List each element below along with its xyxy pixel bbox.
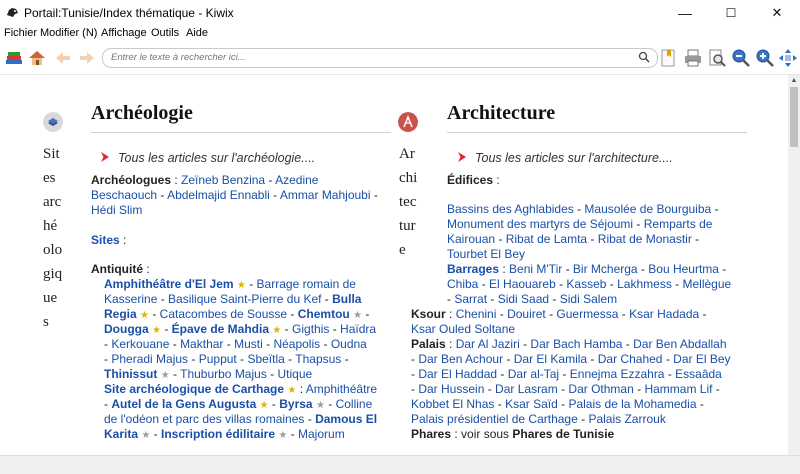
library-books-icon[interactable]: [4, 48, 24, 68]
phares-line: Phares : voir sous Phares de Tunisie: [411, 427, 615, 441]
palais-line-1: Palais : Dar Al Jaziri - Dar Bach Hamba …: [411, 337, 727, 351]
back-arrow-icon[interactable]: [53, 48, 73, 68]
red-chevron-icon: [458, 152, 466, 162]
vertical-scrollbar[interactable]: ▲: [788, 75, 800, 455]
archeologues-line-1: Archéologues : Zeïneb Benzina - Azedine: [91, 173, 319, 187]
link-zeineb-benzina[interactable]: Zeïneb Benzina: [181, 173, 265, 187]
antiquite-line-9: - Autel de la Gens Augusta ★ - Byrsa ★ -…: [104, 397, 373, 411]
home-icon[interactable]: [27, 48, 47, 68]
article-content: Archéologie Sit es arc hé olo giq ue s Tous les…: [0, 75, 788, 455]
antiquite-line-3: Regia ★ - Catacombes de Sousse - Chemtou…: [104, 307, 370, 321]
close-button[interactable]: ✕: [754, 0, 800, 26]
silver-star-icon: ★: [315, 400, 325, 411]
ksour-line-1: Ksour : Chenini - Douiret - Guermessa - …: [411, 307, 707, 321]
gold-star-icon: ★: [140, 310, 149, 321]
barrages-line-2: Chiba - El Haouareb - Kasseb - Lakhmess …: [447, 277, 732, 291]
gold-star-icon: ★: [236, 280, 246, 291]
silver-star-icon: ★: [278, 430, 288, 441]
edifices-line-4: Tourbet El Bey: [447, 247, 526, 261]
menu-bar: Fichier Modifier (N) Affichage Outils Ai…: [0, 26, 800, 44]
palais-line-3: - Dar El Haddad - Dar al-Taj - Ennejma E…: [411, 367, 722, 381]
antiquite-line-5: - Kerkouane - Makthar - Musti - Néapolis…: [104, 337, 367, 351]
search-box[interactable]: [102, 48, 658, 68]
link-azedine[interactable]: Azedine: [275, 173, 318, 187]
bookmark-icon[interactable]: [658, 48, 678, 68]
gold-star-icon: ★: [272, 325, 282, 336]
architecture-title-rule: [447, 132, 747, 133]
gold-star-icon: ★: [152, 325, 161, 336]
archeology-all-articles-link[interactable]: Tous les articles sur l'archéologie....: [100, 151, 315, 165]
minimize-button[interactable]: —: [662, 0, 708, 26]
antiquite-line-2: Kasserine - Basilique Saint-Pierre du Ke…: [104, 292, 362, 306]
forward-arrow-icon[interactable]: [77, 48, 97, 68]
palais-line-5: Kobbet El Nhas - Ksar Saïd - Palais de l…: [411, 397, 704, 411]
edifices-line-1: Bassins des Aghlabides - Mausolée de Bou…: [447, 202, 719, 216]
archeology-section-icon: [43, 112, 63, 132]
antiquite-line-4: Dougga ★ - Épave de Mahdia ★ - Gigthis -…: [104, 322, 377, 336]
zoom-out-icon[interactable]: [731, 48, 751, 68]
architecture-vertical: Ar chi tec tur e: [399, 146, 418, 258]
scroll-thumb[interactable]: [790, 87, 798, 147]
menu-outils[interactable]: Outils: [151, 27, 179, 39]
menu-modifier[interactable]: Modifier (N): [40, 27, 97, 39]
edifices-heading: Édifices :: [447, 173, 500, 187]
antiquite-line-7: Thinissut ★ - Thuburbo Majus - Utique: [104, 367, 313, 381]
barrages-line-1: Barrages : Beni M'Tir - Bir Mcherga - Bo…: [447, 262, 727, 276]
antiquite-heading: Antiquité :: [91, 262, 150, 276]
print-icon[interactable]: [683, 48, 703, 68]
architecture-section-icon: [398, 112, 418, 132]
fullscreen-icon[interactable]: [778, 48, 798, 68]
antiquite-line-10: de l'odéon et parc des villas romaines -…: [104, 412, 378, 426]
sites-heading: Sites :: [91, 233, 127, 247]
red-chevron-icon: [101, 152, 109, 162]
architecture-title: Architecture: [447, 102, 556, 124]
edifices-line-2: Monument des martyrs de Séjoumi - Rempar…: [447, 217, 713, 231]
antiquite-line-6: - Pheradi Majus - Pupput - Sbeïtla - Tha…: [104, 352, 349, 366]
gold-star-icon: ★: [287, 385, 297, 396]
palais-line-2: - Dar Ben Achour - Dar El Kamila - Dar C…: [411, 352, 731, 366]
find-in-page-icon[interactable]: [707, 48, 727, 68]
antiquite-line-11: Karita ★ - Inscription édilitaire ★ - Ma…: [104, 427, 345, 441]
archeology-title-rule: [91, 132, 391, 133]
title-bar: Portail:Tunisie/Index thématique - Kiwix…: [0, 0, 800, 26]
archeologues-line-3: Hédi Slim: [91, 203, 143, 217]
menu-affichage[interactable]: Affichage: [101, 27, 147, 39]
sites-archeologiques-vertical: Sit es arc hé olo giq ue s: [43, 146, 63, 330]
palais-line-6: Palais présidentiel de Carthage - Palais…: [411, 412, 666, 426]
antiquite-line-1: Amphithéâtre d'El Jem ★ - Barrage romain…: [104, 277, 356, 291]
search-icon[interactable]: [638, 51, 650, 63]
status-bar: [0, 455, 800, 474]
ksour-line-2: Ksar Ouled Soltane: [411, 322, 516, 336]
scroll-up-arrow-icon[interactable]: ▲: [788, 75, 800, 87]
palais-line-4: - Dar Hussein - Dar Lasram - Dar Othman …: [411, 382, 720, 396]
archeology-title: Archéologie: [91, 102, 193, 124]
architecture-all-articles-link[interactable]: Tous les articles sur l'architecture....: [457, 151, 673, 165]
barrages-line-3: - Sarrat - Sidi Saad - Sidi Salem: [447, 292, 618, 306]
antiquite-line-8: Site archéologique de Carthage ★ : Amphi…: [104, 382, 378, 396]
zoom-in-icon[interactable]: [755, 48, 775, 68]
gold-star-icon: ★: [259, 400, 269, 411]
maximize-button[interactable]: ☐: [708, 0, 754, 26]
edifices-line-3: Kairouan - Ribat de Lamta - Ribat de Mon…: [447, 232, 700, 246]
archeologues-line-2: Beschaouch - Abdelmajid Ennabli - Ammar …: [91, 188, 378, 202]
kiwix-app-icon: [7, 8, 18, 17]
silver-star-icon: ★: [353, 310, 363, 321]
silver-star-icon: ★: [141, 430, 151, 441]
window-title: Portail:Tunisie/Index thématique - Kiwix: [24, 6, 234, 20]
menu-fichier[interactable]: Fichier: [4, 27, 37, 39]
search-input[interactable]: [111, 50, 631, 65]
silver-star-icon: ★: [160, 370, 170, 381]
menu-aide[interactable]: Aide: [186, 27, 208, 39]
